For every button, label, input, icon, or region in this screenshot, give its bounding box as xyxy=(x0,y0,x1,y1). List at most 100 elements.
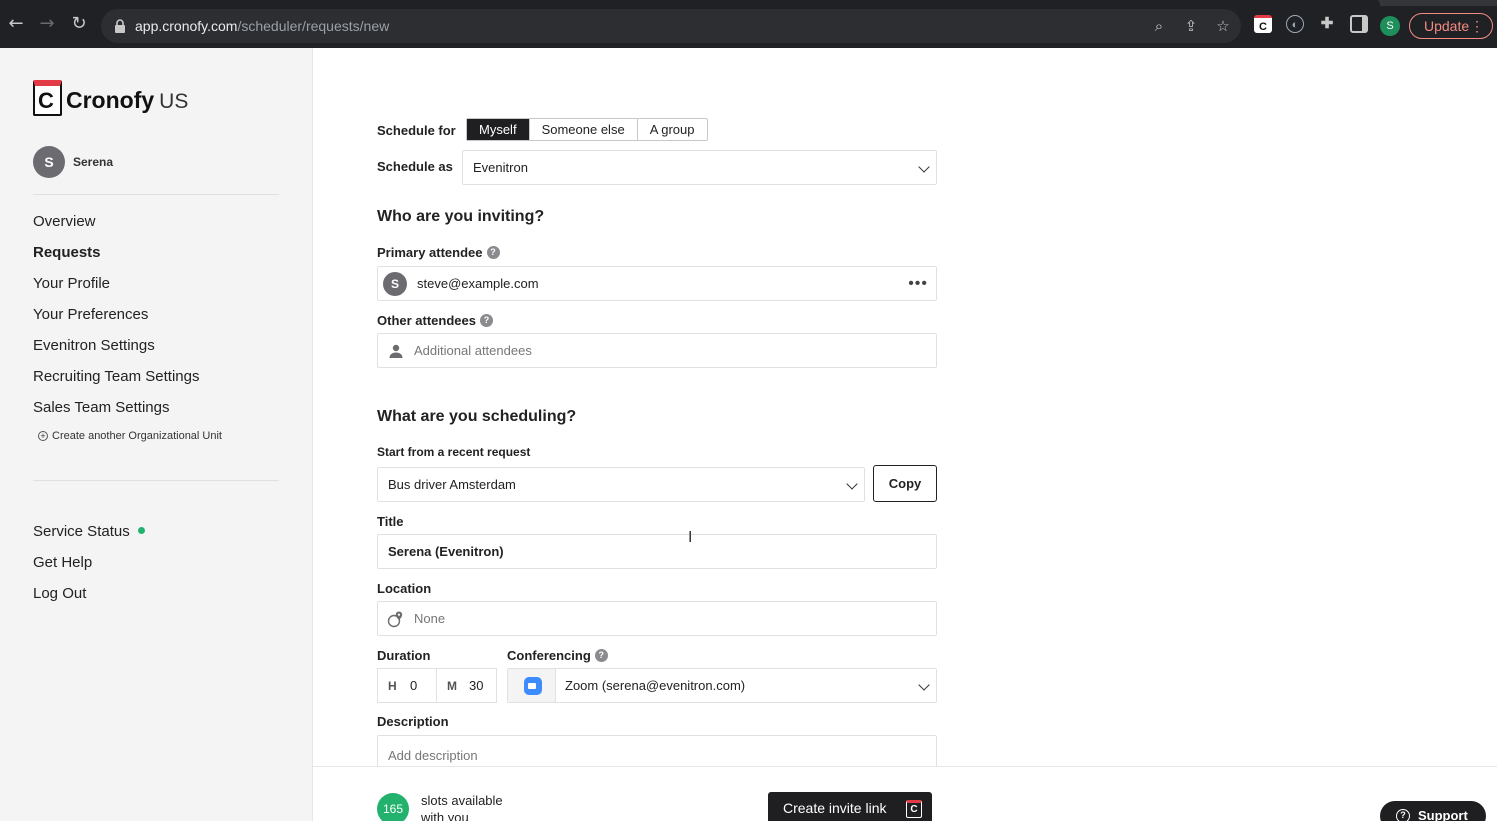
cronofy-logo-mark: C xyxy=(33,80,62,116)
question-icon: ? xyxy=(1396,809,1410,821)
nav-requests[interactable]: Requests xyxy=(33,243,293,274)
schedule-as-select[interactable]: Evenitron xyxy=(462,150,937,185)
attendee-avatar: S xyxy=(383,272,407,296)
update-label: Update xyxy=(1424,18,1470,34)
location-input[interactable]: None xyxy=(377,601,937,636)
scheduler-form: Schedule for Myself Someone else A group… xyxy=(313,48,1497,775)
back-arrow-icon[interactable]: ← xyxy=(6,14,26,34)
minutes-value: 30 xyxy=(469,678,484,693)
person-icon xyxy=(389,344,403,358)
browser-update-button[interactable]: Update ⋮ xyxy=(1409,13,1493,39)
nav-your-profile[interactable]: Your Profile xyxy=(33,274,293,305)
description-label: Description xyxy=(377,714,449,729)
schedule-for-someone-else[interactable]: Someone else xyxy=(530,119,638,140)
sidebar: C Cronofy US S Serena Overview Requests Y… xyxy=(0,48,313,821)
conferencing-label: Conferencing? xyxy=(507,648,608,663)
recent-request-value: Bus driver Amsterdam xyxy=(388,477,516,492)
nav-evenitron-settings[interactable]: Evenitron Settings xyxy=(33,336,293,367)
nav-your-preferences[interactable]: Your Preferences xyxy=(33,305,293,336)
address-bar[interactable]: app.cronofy.com/scheduler/requests/new ⌕… xyxy=(101,9,1241,43)
copy-button[interactable]: Copy xyxy=(873,465,937,502)
conferencing-select[interactable]: Zoom (serena@evenitron.com) xyxy=(507,668,937,703)
help-icon[interactable]: ? xyxy=(594,649,608,663)
schedule-as-value: Evenitron xyxy=(473,160,528,175)
hours-key: H xyxy=(388,679,397,693)
schedule-for-myself[interactable]: Myself xyxy=(467,119,530,140)
duration-minutes-input[interactable]: M 30 xyxy=(437,669,496,702)
divider xyxy=(33,480,279,481)
chevron-down-icon xyxy=(918,679,930,691)
inviting-heading: Who are you inviting? xyxy=(377,208,545,225)
description-placeholder: Add description xyxy=(388,748,478,763)
browser-profile-avatar[interactable]: S xyxy=(1380,16,1400,36)
duration-label: Duration xyxy=(377,648,431,663)
nav-get-help[interactable]: Get Help xyxy=(33,553,145,584)
reload-icon[interactable]: ↻ xyxy=(69,14,89,34)
support-label: Support xyxy=(1418,808,1468,821)
cronofy-logo-icon: C xyxy=(906,800,922,818)
title-value: Serena (Evenitron) xyxy=(388,544,504,559)
recent-request-label: Start from a recent request xyxy=(377,445,531,459)
tab-strip xyxy=(0,0,1497,6)
scheduling-heading: What are you scheduling? xyxy=(377,408,577,425)
location-globe-pin-icon xyxy=(387,611,403,628)
support-button[interactable]: ? Support xyxy=(1380,801,1486,821)
help-icon[interactable]: ? xyxy=(479,314,493,328)
divider xyxy=(33,194,279,195)
bookmark-star-icon[interactable]: ☆ xyxy=(1214,17,1232,35)
kebab-menu-icon: ⋮ xyxy=(1470,18,1484,34)
invite-label: Create invite link xyxy=(783,800,887,816)
conferencing-value: Zoom (serena@evenitron.com) xyxy=(565,678,746,693)
nav-sales-team-settings[interactable]: Sales Team Settings xyxy=(33,398,293,429)
recent-request-select[interactable]: Bus driver Amsterdam xyxy=(377,467,865,502)
forward-arrow-icon[interactable]: → xyxy=(37,14,57,34)
main-nav: Overview Requests Your Profile Your Pref… xyxy=(33,212,293,429)
other-attendees-label: Other attendees? xyxy=(377,313,493,328)
location-placeholder: None xyxy=(414,611,446,626)
create-invite-link-button[interactable]: Create invite link C xyxy=(768,792,932,821)
url-text: app.cronofy.com/scheduler/requests/new xyxy=(135,18,390,34)
other-attendees-input[interactable]: Additional attendees xyxy=(377,333,937,368)
help-icon[interactable]: ? xyxy=(486,246,500,260)
service-status-label: Service Status xyxy=(33,523,130,540)
primary-attendee-label: Primary attendee? xyxy=(377,245,500,260)
side-panel-icon[interactable] xyxy=(1350,15,1368,33)
region-label: US xyxy=(159,90,189,113)
share-icon[interactable]: ⇪ xyxy=(1182,17,1200,35)
other-attendees-placeholder: Additional attendees xyxy=(414,343,532,358)
password-manager-extension-icon[interactable]: ◐ xyxy=(1286,15,1304,33)
zoom-icon xyxy=(508,669,556,702)
schedule-for-label: Schedule for xyxy=(377,123,456,138)
puzzle-extensions-icon[interactable]: ✚ xyxy=(1318,15,1336,33)
lock-icon xyxy=(115,19,125,33)
cronofy-extension-icon[interactable]: C xyxy=(1254,15,1272,33)
more-options-icon[interactable]: ••• xyxy=(908,275,928,293)
schedule-for-toggle: Myself Someone else A group xyxy=(466,118,708,141)
schedule-as-label: Schedule as xyxy=(377,159,453,174)
duration-hours-input[interactable]: H0 xyxy=(378,669,438,702)
schedule-for-a-group[interactable]: A group xyxy=(638,119,707,140)
nav-service-status[interactable]: Service Status xyxy=(33,522,145,553)
primary-attendee-value: steve@example.com xyxy=(417,276,539,291)
chevron-down-icon xyxy=(918,161,930,173)
status-dot-icon xyxy=(137,526,145,534)
browser-toolbar: ← → ↻ app.cronofy.com/scheduler/requests… xyxy=(0,0,1497,48)
create-unit-label: Create another Organizational Unit xyxy=(52,430,222,442)
brand-name: Cronofy US xyxy=(66,87,189,113)
chevron-down-icon xyxy=(846,478,858,490)
nav-overview[interactable]: Overview xyxy=(33,212,293,243)
plus-circle-icon: + xyxy=(38,431,48,441)
primary-attendee-field[interactable]: S steve@example.com ••• xyxy=(377,266,937,301)
nav-recruiting-team-settings[interactable]: Recruiting Team Settings xyxy=(33,367,293,398)
active-tab[interactable] xyxy=(0,0,1380,6)
nav-log-out[interactable]: Log Out xyxy=(33,584,145,615)
text-cursor-icon: I xyxy=(688,529,693,546)
slots-count-badge: 165 xyxy=(377,793,409,821)
create-unit-link[interactable]: + Create another Organizational Unit xyxy=(38,430,222,442)
footer-nav: Service Status Get Help Log Out xyxy=(33,522,145,615)
location-label: Location xyxy=(377,581,432,596)
title-input[interactable]: Serena (Evenitron) xyxy=(377,534,937,569)
zoom-magnifier-icon[interactable]: ⌕ xyxy=(1150,17,1168,35)
duration-inputs: H0 M 30 xyxy=(377,668,497,703)
user-name: Serena xyxy=(73,155,114,169)
